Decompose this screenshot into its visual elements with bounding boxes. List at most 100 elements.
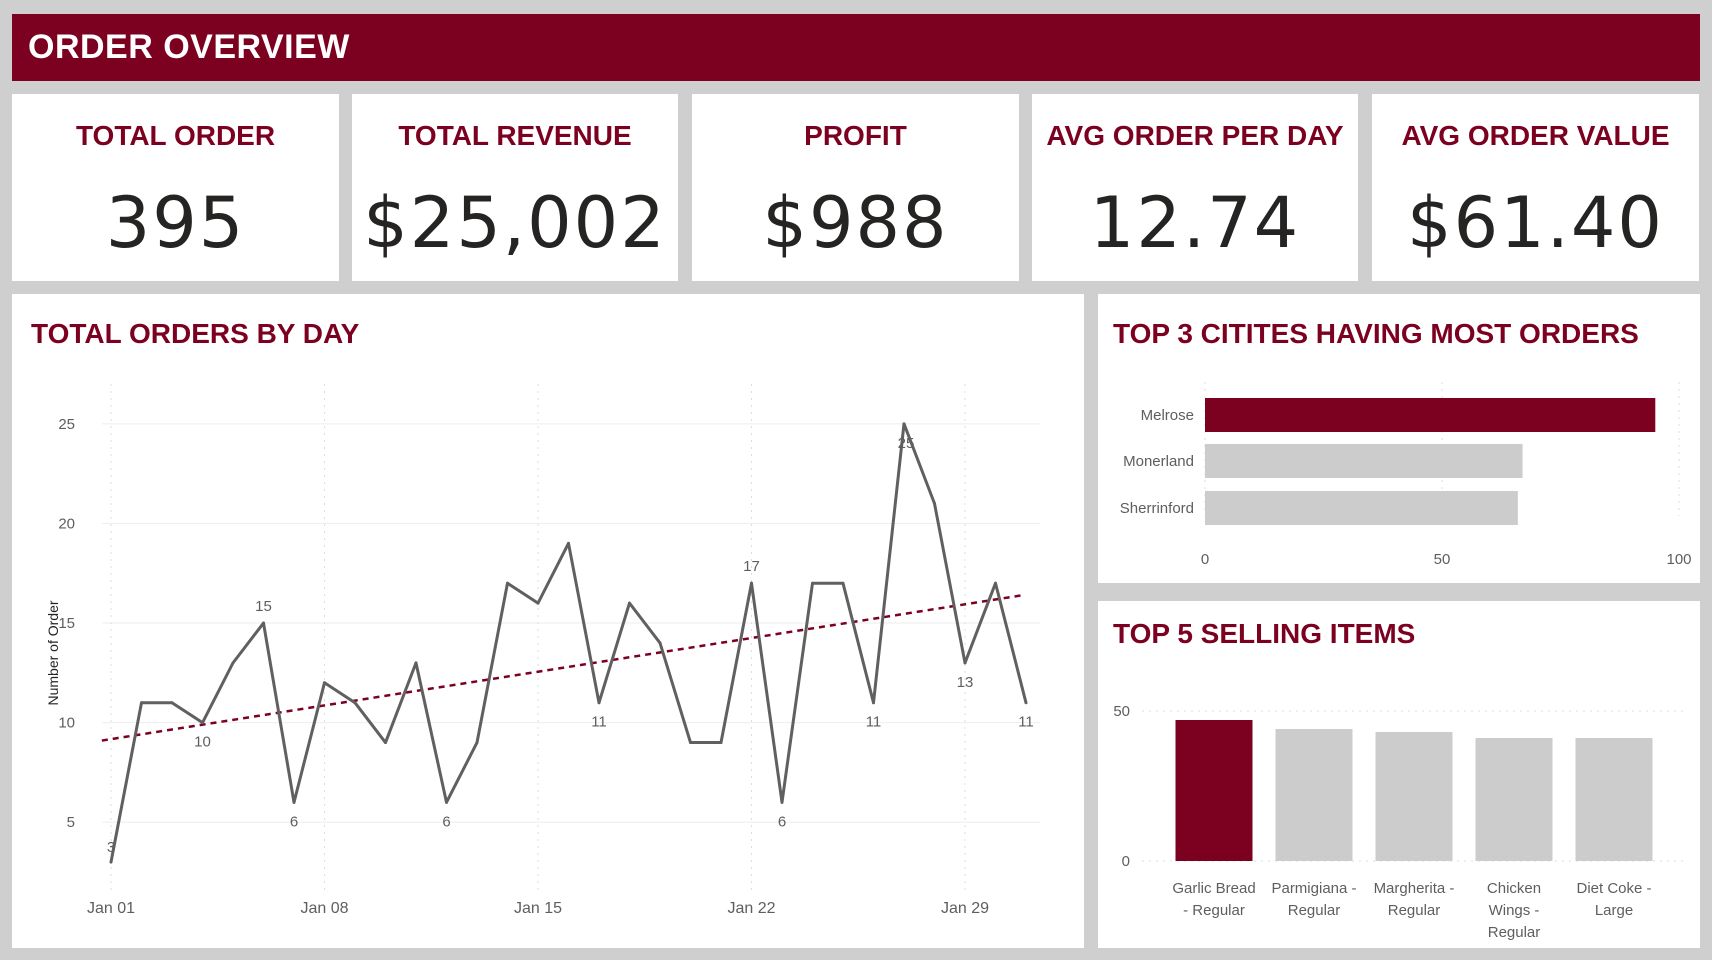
data-label: 6 xyxy=(778,813,786,830)
category-label: Regular xyxy=(1388,902,1441,919)
y-tick-label: 10 xyxy=(58,715,75,732)
data-point xyxy=(170,701,174,705)
y-tick-label: 25 xyxy=(58,416,75,433)
x-tick-label: 50 xyxy=(1434,551,1451,568)
bar xyxy=(1275,729,1353,861)
data-point xyxy=(597,701,601,705)
data-point xyxy=(445,800,448,804)
data-label: 15 xyxy=(255,598,272,615)
data-point xyxy=(933,502,936,506)
y-tick-label: 0 xyxy=(1122,853,1130,870)
page-header: ORDER OVERVIEW xyxy=(12,14,1700,81)
top-items-chart: 0 50 Garlic Bread - Regular Parmigiana - Regu… xyxy=(1113,703,1688,941)
orders-by-day-panel: TOTAL ORDERS BY DAY 5 10 15 20 25 Jan 01 Jan 0… xyxy=(12,294,1084,948)
data-point xyxy=(231,661,235,665)
y-tick-label: 20 xyxy=(58,515,75,532)
category-label: - Regular xyxy=(1183,902,1245,919)
data-point xyxy=(811,581,814,585)
data-point xyxy=(750,581,753,585)
data-point xyxy=(201,721,204,725)
data-label: 3 xyxy=(107,839,115,856)
kpi-label: PROFIT xyxy=(804,120,907,151)
x-tick-label: Jan 15 xyxy=(514,900,562,917)
top-cities-chart: 0 50 100 Melrose Monerland Sherrinford xyxy=(1120,382,1692,568)
data-point xyxy=(109,860,113,864)
bar xyxy=(1175,720,1253,861)
data-label: 11 xyxy=(1018,714,1034,731)
data-point xyxy=(719,741,723,745)
data-point xyxy=(506,581,509,585)
kpi-card-total-revenue: TOTAL REVENUE $25,002 xyxy=(352,94,678,281)
x-tick-label: 0 xyxy=(1201,551,1209,568)
data-label: 17 xyxy=(743,558,760,575)
category-label: Melrose xyxy=(1141,407,1194,424)
kpi-label: AVG ORDER PER DAY xyxy=(1046,120,1344,151)
data-label: 10 xyxy=(194,734,211,751)
data-label: 11 xyxy=(591,714,607,731)
category-label: Garlic Bread xyxy=(1172,880,1255,897)
page-title: ORDER OVERVIEW xyxy=(28,28,350,66)
category-label: Large xyxy=(1595,902,1633,919)
data-label: 11 xyxy=(866,714,882,731)
data-point xyxy=(262,621,265,625)
category-label: Chicken xyxy=(1487,880,1541,897)
kpi-label: TOTAL REVENUE xyxy=(398,120,632,151)
category-label: Parmigiana - xyxy=(1271,880,1356,897)
data-point xyxy=(536,601,540,605)
y-axis-label: Number of Order xyxy=(45,600,61,705)
top-cities-panel: TOP 3 CITITES HAVING MOST ORDERS 0 50 100 M… xyxy=(1098,294,1700,583)
kpi-card-profit: PROFIT $988 xyxy=(692,94,1019,281)
bar xyxy=(1205,491,1518,525)
category-label: Wings - xyxy=(1489,902,1540,919)
kpi-card-avg-order-per-day: AVG ORDER PER DAY 12.74 xyxy=(1032,94,1358,281)
data-point xyxy=(140,701,143,705)
category-label: Diet Coke - xyxy=(1576,880,1651,897)
kpi-label: TOTAL ORDER xyxy=(75,120,276,151)
trend-line xyxy=(101,593,1024,742)
data-point xyxy=(353,701,357,705)
data-point xyxy=(567,541,570,545)
data-point xyxy=(658,641,662,645)
kpi-value: $988 xyxy=(762,182,949,264)
category-label: Regular xyxy=(1288,902,1341,919)
x-tick-label: Jan 29 xyxy=(941,900,989,917)
data-point xyxy=(414,661,418,665)
y-tick-label: 50 xyxy=(1113,703,1130,720)
data-label: 6 xyxy=(290,813,298,830)
x-tick-label: 100 xyxy=(1666,551,1691,568)
category-label: Margherita - xyxy=(1374,880,1455,897)
data-point xyxy=(841,581,845,585)
kpi-value: 395 xyxy=(105,182,246,264)
kpi-value: $25,002 xyxy=(363,182,667,264)
category-label: Monerland xyxy=(1123,453,1194,470)
x-tick-label: Jan 01 xyxy=(87,900,135,917)
x-tick-label: Jan 22 xyxy=(727,900,775,917)
bar xyxy=(1375,732,1453,861)
data-point xyxy=(963,661,967,665)
data-label: 25 xyxy=(898,435,915,452)
bar xyxy=(1575,738,1653,861)
kpi-value: 12.74 xyxy=(1089,182,1301,264)
data-point xyxy=(292,800,296,804)
data-point xyxy=(780,800,784,804)
x-tick-label: Jan 08 xyxy=(300,900,348,917)
data-label: 6 xyxy=(442,813,450,830)
data-point xyxy=(628,601,631,605)
data-point xyxy=(384,741,387,745)
data-point xyxy=(994,581,997,585)
bar xyxy=(1475,738,1553,861)
data-label: 13 xyxy=(957,674,974,691)
category-label: Regular xyxy=(1488,924,1541,941)
y-tick-label: 5 xyxy=(67,814,75,831)
top-items-panel: TOP 5 SELLING ITEMS 0 50 Garlic Bread - Reg… xyxy=(1098,601,1700,948)
kpi-card-total-order: TOTAL ORDER 395 xyxy=(12,94,339,281)
data-point xyxy=(475,741,479,745)
bar xyxy=(1205,444,1523,478)
data-point xyxy=(1024,701,1028,705)
data-point xyxy=(902,422,906,426)
data-point xyxy=(872,701,875,705)
kpi-label: AVG ORDER VALUE xyxy=(1401,120,1670,151)
orders-by-day-chart: 5 10 15 20 25 Jan 01 Jan 08 Jan 15 Jan 22 Jan 29 N… xyxy=(45,384,1040,917)
data-point xyxy=(323,681,326,685)
series-line xyxy=(109,422,1028,863)
